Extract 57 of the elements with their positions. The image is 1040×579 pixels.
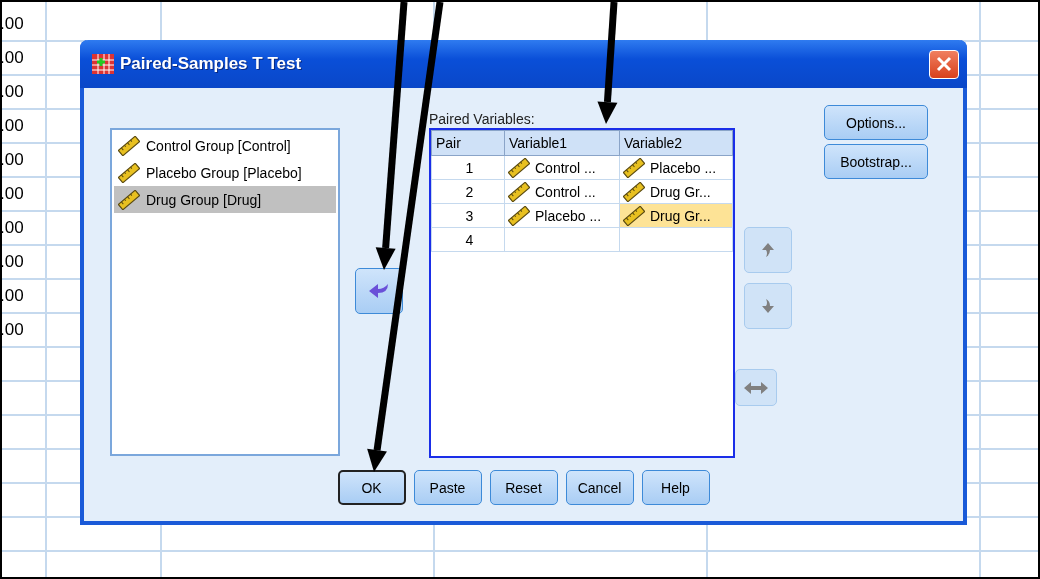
- variable-name: Placebo ...: [650, 159, 717, 176]
- cell-value: .00: [0, 150, 24, 169]
- list-item[interactable]: Drug Group [Drug]: [114, 186, 336, 213]
- pair-number: 1: [431, 155, 505, 180]
- paired-variables-label: Paired Variables:: [429, 112, 536, 126]
- variable-cell[interactable]: Placebo ...: [619, 155, 733, 180]
- variable-label: Placebo Group [Placebo]: [146, 164, 302, 181]
- ruler-icon: [508, 157, 530, 178]
- cell-value: .00: [0, 286, 24, 305]
- variable-cell[interactable]: Placebo ...: [504, 203, 620, 228]
- variable-cell[interactable]: Drug Gr...: [619, 179, 733, 204]
- list-item[interactable]: Control Group [Control]: [114, 132, 336, 159]
- close-icon: [936, 56, 952, 72]
- variable-cell[interactable]: Control ...: [504, 179, 620, 204]
- dialog-button[interactable]: OK: [337, 470, 406, 505]
- swap-arrow-icon: [744, 381, 768, 394]
- cell-value: .00: [0, 218, 24, 237]
- ruler-icon: [623, 181, 645, 202]
- window-title: Paired-Samples T Test: [120, 54, 303, 74]
- ruler-icon: [508, 181, 530, 202]
- pair-number: 2: [431, 179, 505, 204]
- pair-number: 3: [431, 203, 505, 228]
- dialog-button[interactable]: Bootstrap...: [824, 144, 928, 179]
- cell-value: .00: [0, 184, 24, 203]
- dialog-button[interactable]: Paste: [413, 470, 482, 505]
- column-header: Variable2: [619, 130, 733, 156]
- variable-cell[interactable]: Control ...: [504, 155, 620, 180]
- column-header: Variable1: [504, 130, 620, 156]
- grid-icon: [92, 54, 114, 74]
- cell-value: .00: [0, 252, 24, 271]
- cell-value: .00: [0, 116, 24, 135]
- variable-name: Control ...: [535, 183, 596, 200]
- variable-name: Placebo ...: [535, 207, 602, 224]
- variable-name: Drug Gr...: [650, 183, 711, 200]
- cell-value: .00: [0, 48, 24, 67]
- down-arrow-icon: [761, 298, 775, 314]
- variable-label: Control Group [Control]: [146, 137, 291, 154]
- dialog-button[interactable]: Options...: [824, 105, 928, 140]
- dialog-button[interactable]: Reset: [489, 470, 558, 505]
- pair-number: 4: [431, 227, 505, 252]
- up-arrow-icon: [761, 242, 775, 258]
- curved-arrow-icon: [368, 282, 390, 300]
- dialog-button[interactable]: Cancel: [565, 470, 634, 505]
- ruler-icon: [508, 205, 530, 226]
- cell-value: .00: [0, 14, 24, 33]
- variable-name: Drug Gr...: [650, 207, 711, 224]
- cell-value: .00: [0, 320, 24, 339]
- variable-cell[interactable]: Drug Gr...: [619, 203, 733, 228]
- ruler-icon: [623, 205, 645, 226]
- ruler-icon: [623, 157, 645, 178]
- list-item[interactable]: Placebo Group [Placebo]: [114, 159, 336, 186]
- close-button[interactable]: [929, 49, 959, 79]
- dialog-button[interactable]: Help: [641, 470, 710, 505]
- variable-label: Drug Group [Drug]: [146, 191, 262, 208]
- column-header: Pair: [431, 130, 505, 156]
- cell-value: .00: [0, 82, 24, 101]
- variable-name: Control ...: [535, 159, 596, 176]
